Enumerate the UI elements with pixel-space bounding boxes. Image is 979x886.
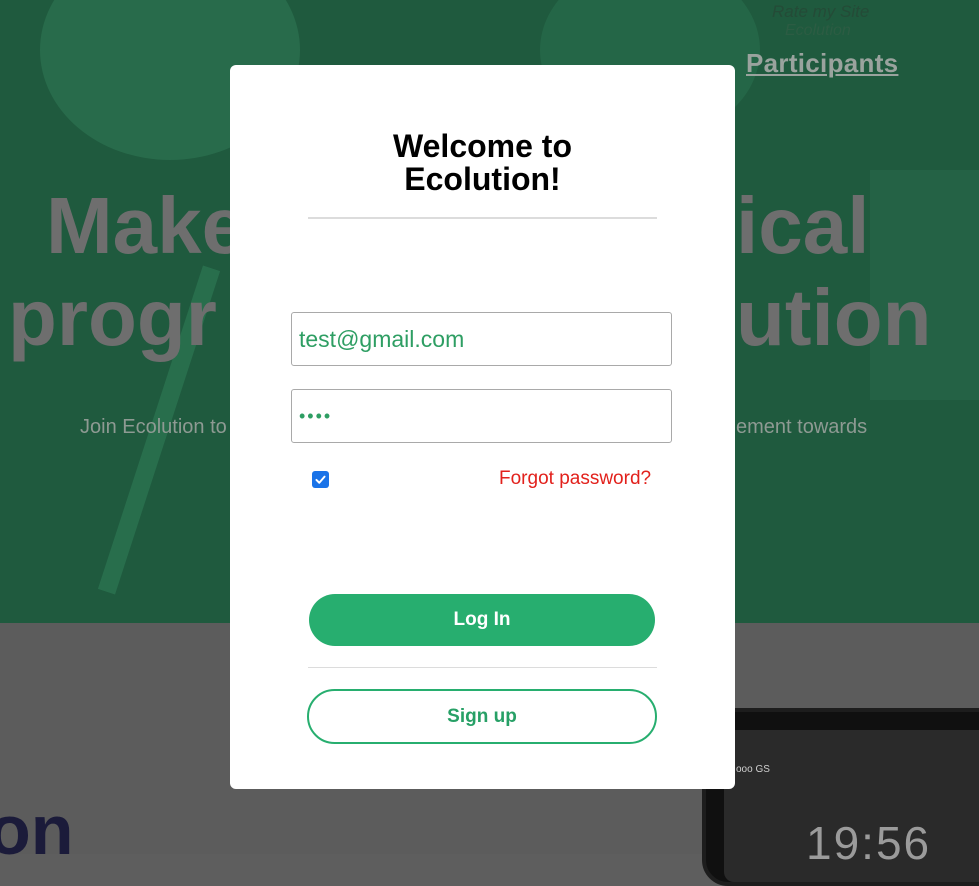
remember-me-checkbox[interactable] (312, 471, 329, 488)
hero-subline-fragment: ement towards (736, 416, 868, 438)
hero-subline-fragment: Join Ecolution to (80, 416, 227, 438)
email-field[interactable]: test@gmail.com (291, 312, 672, 366)
headline-fragment: progr (8, 273, 217, 362)
nav-link-participants[interactable]: Participants (746, 48, 898, 79)
email-value: test@gmail.com (299, 325, 465, 352)
site-tagline: Rate my Site (772, 2, 870, 21)
headline-fragment: ution (736, 273, 932, 362)
title-divider (308, 217, 657, 219)
password-value: •••• (299, 405, 333, 426)
login-modal: Welcome to Ecolution! test@gmail.com •••… (230, 65, 735, 789)
phone-status-bar: ooo GS (736, 764, 770, 775)
headline-fragment: ical (736, 181, 870, 270)
login-button[interactable]: Log In (309, 594, 655, 646)
phone-clock: 19:56 (806, 817, 932, 869)
headline-fragment: Make (46, 181, 247, 270)
phone-mockup-image: ooo GS 19:56 (702, 708, 979, 886)
buttons-divider (308, 667, 657, 668)
check-icon (315, 475, 326, 484)
signup-button[interactable]: Sign up (307, 689, 657, 744)
modal-title: Welcome to Ecolution! (393, 128, 572, 197)
forgot-password-link[interactable]: Forgot password? (499, 468, 651, 490)
site-tagline-sub: Ecolution (785, 22, 851, 39)
section-heading-fragment: on (0, 791, 74, 869)
password-field[interactable]: •••• (291, 389, 672, 443)
